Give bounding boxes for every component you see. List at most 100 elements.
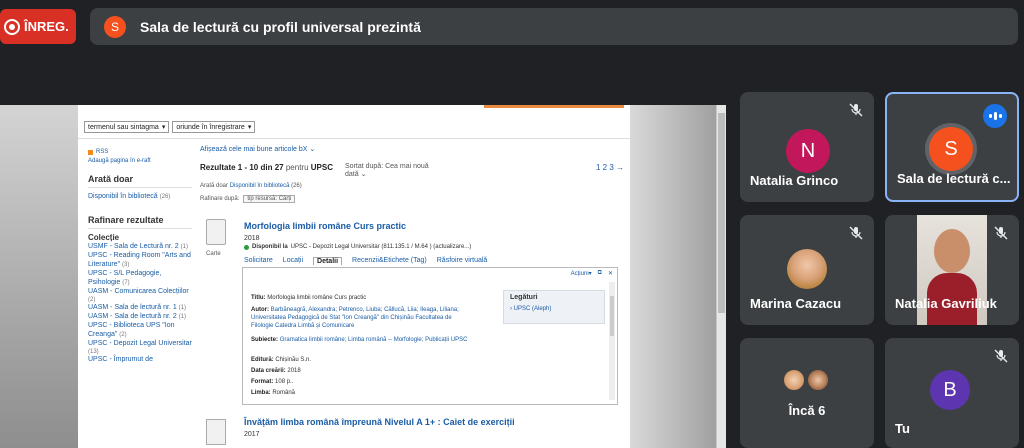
details-panel: Acțiuni▾ ⧉ ✕ Titlu: Morfologia limbii ro…: [242, 267, 618, 405]
links-title: Legături: [510, 294, 538, 301]
best-articles-link[interactable]: Afișează cele mai bune articole bX ⌄: [200, 145, 624, 153]
filter-field-select[interactable]: oriunde în înregistrare ▾: [172, 121, 256, 133]
detail-row-publisher: Editură: Chișinău S.n.: [251, 357, 312, 363]
presentation-banner[interactable]: S Sala de lectură cu profil universal pr…: [90, 8, 1018, 45]
chevron-down-icon: ▾: [247, 124, 252, 131]
chevron-down-icon: ⌄: [360, 171, 367, 178]
book-icon: [206, 219, 226, 245]
participant-name: Tu: [895, 421, 910, 436]
collection-heading: Colecție: [88, 233, 120, 242]
details-actions: Acțiuni▾ ⧉ ✕: [571, 270, 613, 277]
participant-tile[interactable]: Marina Cazacu: [740, 215, 874, 325]
close-icon[interactable]: ✕: [608, 270, 613, 277]
detail-row-title: Titlu: Morfologia limbii române Curs pra…: [251, 295, 367, 301]
mic-off-icon: [994, 226, 1008, 240]
show-only-row: Arată doar Disponibil în bibliotecă (26): [200, 183, 302, 189]
screen-scrollbar[interactable]: [716, 105, 726, 448]
rss-link[interactable]: RSS: [88, 149, 192, 155]
shared-screen: termenul sau sintagma ▾ oriunde în înregi…: [0, 105, 726, 448]
participant-name: Sala de lectură c...: [897, 171, 1011, 186]
search-filters: termenul sau sintagma ▾ oriunde în înregi…: [84, 121, 256, 133]
screen-scrollbar-thumb[interactable]: [718, 113, 725, 313]
aleph-link[interactable]: › UPSC (Aleph): [510, 306, 604, 312]
avatar-photo: [806, 368, 830, 392]
presentation-title: Sala de lectură cu profil universal prez…: [140, 18, 421, 35]
participant-tile[interactable]: N Natalia Grinco: [740, 92, 874, 202]
detail-row-author: Autor: Barbăneagră, Alexandra; Petrenco,…: [251, 307, 459, 329]
links-box: Legături › UPSC (Aleph): [503, 290, 605, 324]
mic-off-icon: [994, 349, 1008, 363]
resource-type-label: Carte: [206, 251, 221, 257]
results-header: Rezultate 1 - 10 din 27 pentru UPSC Sort…: [200, 163, 624, 178]
actions-menu[interactable]: Acțiuni▾: [571, 270, 592, 277]
avatar-photo: [782, 368, 806, 392]
sort-control[interactable]: Sortat după: Cea mai nouă dată ⌄: [345, 163, 437, 178]
list-item: UASM - Sala de lectură nr. 1 (1): [88, 304, 187, 311]
available-dot-icon: [244, 244, 249, 250]
result-record: Carte Morfologia limbii române Curs prac…: [206, 217, 622, 411]
detail-row-date: Data creării: 2018: [251, 368, 301, 374]
mic-off-icon: [849, 226, 863, 240]
more-participants-tile[interactable]: Încă 6: [740, 338, 874, 448]
details-scrollbar[interactable]: [609, 282, 615, 400]
list-item: UPSC - Depozit Legal Universitar (13): [88, 340, 192, 355]
available-count: (26): [159, 194, 171, 200]
participant-tile[interactable]: S Sala de lectură c...: [885, 92, 1019, 202]
refine-row: Rafinare după: tip resursă: Cărți: [200, 195, 624, 203]
avatar: N: [786, 129, 830, 173]
meeting-top-bar: ÎNREG. S Sala de lectură cu profil unive…: [0, 0, 1024, 52]
refine-tag[interactable]: tip resursă: Cărți: [243, 195, 296, 203]
participant-name: Natalia Grinco: [750, 173, 839, 188]
participant-name: Natalia Gavriliuk: [895, 296, 997, 311]
recording-indicator[interactable]: ÎNREG.: [0, 9, 76, 44]
list-item: USMF - Sala de Lectură nr. 2 (1): [88, 243, 188, 250]
avatar: S: [929, 127, 973, 171]
mic-off-icon: [849, 103, 863, 117]
recording-label: ÎNREG.: [24, 19, 69, 34]
filter-scope-select[interactable]: termenul sau sintagma ▾: [84, 121, 170, 133]
collection-list: USMF - Sala de Lectură nr. 2 (1) UPSC - …: [88, 242, 192, 364]
detail-row-subjects: Subiecte: Gramatica limbii române; Limba…: [251, 337, 468, 343]
book-icon: [206, 419, 226, 445]
self-tile[interactable]: B Tu: [885, 338, 1019, 448]
more-participants-label: Încă 6: [788, 403, 826, 418]
results-main: Afișează cele mai bune articole bX ⌄ Rez…: [200, 145, 624, 203]
popout-icon[interactable]: ⧉: [598, 270, 602, 277]
availability: Disponibil la UPSC - Depozit Legal Univer…: [244, 244, 471, 250]
participant-tile[interactable]: Natalia Gavriliuk: [885, 215, 1019, 325]
library-webpage: termenul sau sintagma ▾ oriunde în înregi…: [78, 105, 630, 448]
header-accent: [484, 105, 624, 108]
avatar: B: [930, 370, 970, 410]
show-only-heading: Arată doar: [88, 174, 192, 188]
participant-name: Marina Cazacu: [750, 296, 842, 311]
pagination[interactable]: 1 2 3 →: [596, 163, 624, 172]
tab-detalii[interactable]: Detalii: [313, 257, 343, 265]
tab-solicitare[interactable]: Solicitare: [244, 257, 273, 265]
add-page-link[interactable]: Adaugă pagina în e-raft: [88, 158, 192, 164]
tab-rasfoire[interactable]: Răsfoire virtuală: [437, 257, 488, 265]
video-face: [934, 229, 970, 273]
list-item: UPSC - Împrumut de: [88, 356, 153, 363]
avatar-photo: [787, 249, 827, 289]
detail-row-format: Format: 108 p..: [251, 379, 294, 385]
list-item: UPSC - Reading Room "Arts and Literature…: [88, 252, 191, 268]
rss-icon: [88, 149, 93, 155]
list-item: UASM - Sala de lectură nr. 2 (1): [88, 313, 187, 320]
tab-locatii[interactable]: Locații: [283, 257, 303, 265]
record-icon: [4, 18, 20, 35]
list-item: UPSC - Biblioteca UPS "Ion Creanga" (2): [88, 322, 175, 338]
left-facets: RSS Adaugă pagina în e-raft Arată doar D…: [88, 149, 192, 364]
record-year: 2017: [244, 431, 260, 438]
record-tabs: Solicitare Locații Detalii Recenzii&Etic…: [244, 257, 487, 265]
list-item: UPSC - S/L Pedagogie, Psihologie (7): [88, 270, 162, 286]
tab-recenzii[interactable]: Recenzii&Etichete (Tag): [352, 257, 427, 265]
record-title-link[interactable]: Învățăm limba română împreună Nivelul A …: [244, 417, 515, 427]
record-title-link[interactable]: Morfologia limbii române Curs practic: [244, 221, 406, 231]
detail-row-language: Limba: Română: [251, 390, 296, 396]
chevron-down-icon: ▾: [161, 124, 166, 131]
record-year: 2018: [244, 235, 260, 242]
chevron-down-icon: ⌄: [309, 146, 316, 153]
speaking-indicator-icon: [983, 104, 1007, 128]
screen-background-left: [0, 105, 78, 448]
available-filter-link[interactable]: Disponibil în bibliotecă: [88, 193, 158, 200]
